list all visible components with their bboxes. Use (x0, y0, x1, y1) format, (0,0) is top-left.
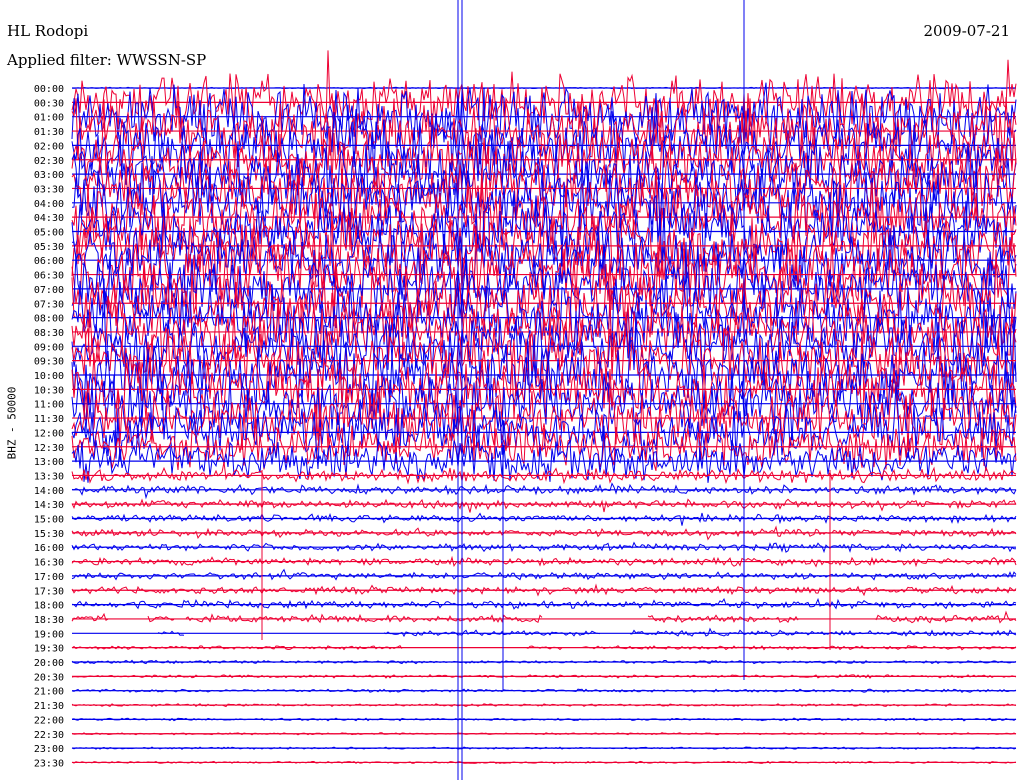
row-label: 10:30 (34, 385, 64, 396)
row-label: 15:30 (34, 529, 64, 540)
row-label: 01:00 (34, 113, 64, 124)
trace-row-1500 (71, 512, 1017, 526)
row-label: 23:30 (34, 758, 64, 769)
row-label: 20:30 (34, 672, 64, 683)
station-title: HL Rodopi (7, 22, 89, 40)
row-label: 11:30 (34, 414, 64, 425)
trace-row-1700 (71, 568, 1017, 581)
row-label: 08:00 (34, 314, 64, 325)
row-label: 05:00 (34, 228, 64, 239)
trace-group (71, 0, 1017, 780)
filter-label: Applied filter: WWSSN-SP (7, 51, 207, 69)
row-label: 04:00 (34, 199, 64, 210)
row-label: 11:00 (34, 400, 64, 411)
row-label: 17:30 (34, 586, 64, 597)
row-label: 00:30 (34, 98, 64, 109)
row-label: 19:00 (34, 629, 64, 640)
row-label: 18:00 (34, 601, 64, 612)
row-label: 12:00 (34, 428, 64, 439)
row-label: 22:00 (34, 715, 64, 726)
row-label: 15:00 (34, 515, 64, 526)
row-label: 14:00 (34, 486, 64, 497)
row-label: 22:30 (34, 730, 64, 741)
y-axis-label: BHZ - 50000 (5, 386, 19, 460)
row-label: 18:30 (34, 615, 64, 626)
row-label: 02:30 (34, 156, 64, 167)
row-label: 19:30 (34, 644, 64, 655)
row-label: 00:00 (34, 84, 64, 95)
row-label: 16:00 (34, 543, 64, 554)
helicorder-plot: 00:00 00:30 01:00 01:30 02:00 02:30 03:00 03:30… (34, 0, 1017, 780)
row-label: 07:00 (34, 285, 64, 296)
row-label: 03:30 (34, 184, 64, 195)
row-label-group: 00:00 00:30 01:00 01:30 02:00 02:30 03:00 03:30… (34, 84, 64, 769)
row-label: 21:30 (34, 701, 64, 712)
row-label: 08:30 (34, 328, 64, 339)
row-label: 17:00 (34, 572, 64, 583)
row-label: 21:00 (34, 687, 64, 698)
row-label: 09:30 (34, 357, 64, 368)
row-label: 07:30 (34, 299, 64, 310)
row-label: 06:00 (34, 256, 64, 267)
row-label: 06:30 (34, 271, 64, 282)
trace-row-1400 (71, 482, 1017, 500)
date-label: 2009-07-21 (923, 22, 1010, 40)
row-label: 12:30 (34, 443, 64, 454)
row-label: 20:00 (34, 658, 64, 669)
row-label: 05:30 (34, 242, 64, 253)
row-label: 01:30 (34, 127, 64, 138)
row-label: 14:30 (34, 500, 64, 511)
row-label: 04:30 (34, 213, 64, 224)
row-label: 03:00 (34, 170, 64, 181)
row-label: 16:30 (34, 558, 64, 569)
row-label: 13:00 (34, 457, 64, 468)
trace-row-1900 (157, 627, 1017, 638)
trace-row-1800 (71, 597, 1017, 610)
trace-row-1430 (71, 498, 1017, 513)
row-label: 10:00 (34, 371, 64, 382)
row-label: 23:00 (34, 744, 64, 755)
row-label: 13:30 (34, 471, 64, 482)
row-label: 09:00 (34, 342, 64, 353)
row-label: 02:00 (34, 141, 64, 152)
trace-row-1830 (71, 610, 1017, 624)
